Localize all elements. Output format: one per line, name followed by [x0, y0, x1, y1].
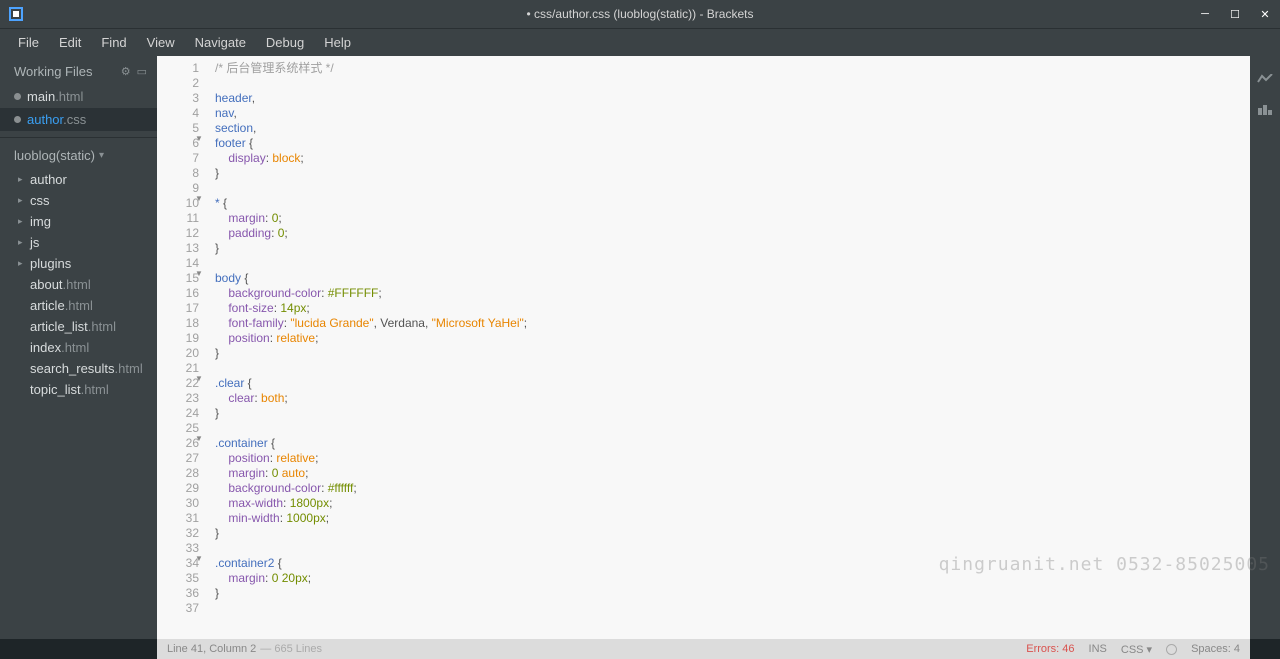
working-file-item[interactable]: author.css: [0, 108, 157, 131]
menu-find[interactable]: Find: [91, 31, 136, 54]
right-toolbar: [1250, 56, 1280, 639]
file-item[interactable]: about.html: [0, 274, 157, 295]
status-circle-icon[interactable]: [1166, 644, 1177, 655]
line-count: — 665 Lines: [260, 643, 322, 655]
menu-view[interactable]: View: [137, 31, 185, 54]
fold-triangle-icon[interactable]: ▼: [195, 266, 203, 281]
fold-triangle-icon[interactable]: ▼: [195, 131, 203, 146]
status-bar: Line 41, Column 2 — 665 Lines Errors: 46…: [157, 639, 1250, 659]
folder-item[interactable]: ▸img: [0, 211, 157, 232]
folder-item[interactable]: ▸css: [0, 190, 157, 211]
triangle-right-icon: ▸: [18, 174, 26, 185]
sidebar: Working Files ⚙ ▭ main.htmlauthor.css lu…: [0, 56, 157, 639]
insert-mode[interactable]: INS: [1089, 643, 1107, 655]
menu-help[interactable]: Help: [314, 31, 361, 54]
folder-item[interactable]: ▸plugins: [0, 253, 157, 274]
folder-item[interactable]: ▸js: [0, 232, 157, 253]
fold-triangle-icon[interactable]: ▼: [195, 191, 203, 206]
project-header[interactable]: luoblog(static) ▾: [0, 137, 157, 169]
language-mode[interactable]: CSS ▾: [1121, 643, 1152, 656]
file-item[interactable]: search_results.html: [0, 358, 157, 379]
cursor-position[interactable]: Line 41, Column 2: [167, 643, 256, 655]
menu-edit[interactable]: Edit: [49, 31, 91, 54]
triangle-right-icon: ▸: [18, 258, 26, 269]
close-button[interactable]: ✕: [1250, 0, 1280, 28]
split-icon[interactable]: ▭: [137, 65, 147, 78]
extensions-icon[interactable]: [1257, 104, 1273, 116]
app-logo: [2, 0, 30, 28]
modified-dot-icon: [14, 116, 21, 123]
folder-item[interactable]: ▸author: [0, 169, 157, 190]
title-bar: • css/author.css (luoblog(static)) - Bra…: [0, 0, 1280, 28]
minimize-button[interactable]: ─: [1190, 0, 1220, 28]
file-item[interactable]: article.html: [0, 295, 157, 316]
fold-triangle-icon[interactable]: ▼: [195, 431, 203, 446]
working-files-header: Working Files ⚙ ▭: [0, 56, 157, 85]
working-file-item[interactable]: main.html: [0, 85, 157, 108]
file-item[interactable]: topic_list.html: [0, 379, 157, 400]
menu-navigate[interactable]: Navigate: [185, 31, 256, 54]
triangle-right-icon: ▸: [18, 216, 26, 227]
code-content[interactable]: /* 后台管理系统样式 */ header,nav,section,footer…: [215, 61, 527, 616]
indent-mode[interactable]: Spaces: 4: [1191, 643, 1240, 655]
live-preview-icon[interactable]: [1257, 74, 1273, 84]
error-count[interactable]: Errors: 46: [1026, 643, 1074, 655]
menu-debug[interactable]: Debug: [256, 31, 314, 54]
window-title: • css/author.css (luoblog(static)) - Bra…: [527, 7, 754, 21]
menu-bar: File Edit Find View Navigate Debug Help: [0, 28, 1280, 56]
fold-triangle-icon[interactable]: ▼: [195, 371, 203, 386]
file-item[interactable]: article_list.html: [0, 316, 157, 337]
modified-dot-icon: [14, 93, 21, 100]
chevron-down-icon: ▾: [99, 150, 104, 161]
project-name: luoblog(static): [14, 148, 95, 163]
working-files-label: Working Files: [14, 64, 93, 79]
menu-file[interactable]: File: [8, 31, 49, 54]
gutter: 12345▼6789▼1011121314▼15161718192021▼222…: [157, 56, 205, 616]
gear-icon[interactable]: ⚙: [121, 65, 131, 78]
file-item[interactable]: index.html: [0, 337, 157, 358]
fold-triangle-icon[interactable]: ▼: [195, 551, 203, 566]
triangle-right-icon: ▸: [18, 237, 26, 248]
triangle-right-icon: ▸: [18, 195, 26, 206]
maximize-button[interactable]: ☐: [1220, 0, 1250, 28]
code-editor[interactable]: 12345▼6789▼1011121314▼15161718192021▼222…: [157, 56, 1250, 639]
